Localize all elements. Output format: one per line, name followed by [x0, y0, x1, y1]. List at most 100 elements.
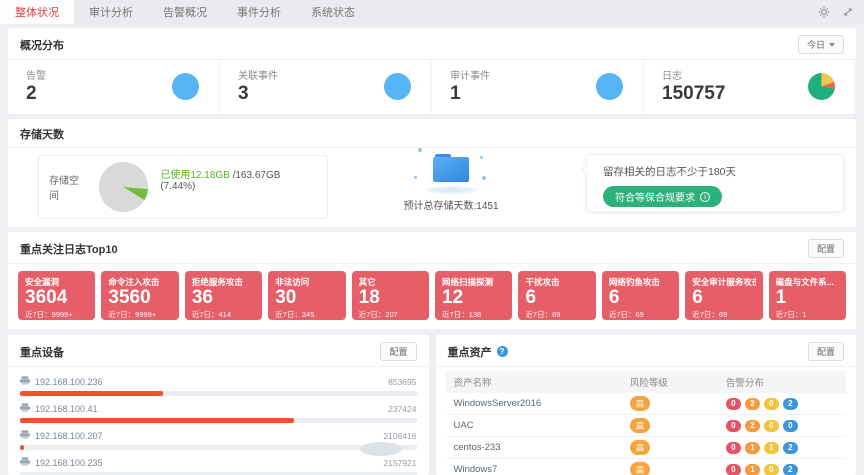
storage-section: 存储天数 存储空间 已使用12.18GB /163.67GB (7.44%) 预…: [8, 119, 856, 227]
log-card-value: 1: [776, 288, 839, 309]
devices-config-button[interactable]: 配置: [380, 342, 416, 361]
assets-title-text: 重点资产: [448, 344, 492, 360]
device-icon: [20, 457, 30, 468]
stat-value: 1: [450, 83, 490, 105]
overview-title: 概况分布: [20, 37, 64, 53]
log-card-recent-label: 近7日：: [692, 310, 719, 319]
alarm-badge-critical: 0: [726, 442, 741, 454]
log-card[interactable]: 其它 18 近7日：207: [352, 271, 429, 320]
alarm-distribution: 0112: [718, 437, 846, 459]
fullscreen-icon[interactable]: [842, 6, 854, 18]
alarm-badge-medium: 0: [764, 398, 779, 410]
compliance-button[interactable]: 符合等保合规要求 i: [603, 186, 722, 207]
stat-value: 2: [26, 83, 46, 105]
alarm-badge-medium: 1: [764, 442, 779, 454]
nav-tab[interactable]: 审计分析: [74, 0, 148, 24]
compliance-notice: 留存相关的日志不少于180天: [603, 164, 827, 179]
log-card-value: 6: [609, 288, 672, 309]
stat-card[interactable]: 告警 2: [8, 60, 220, 114]
asset-row[interactable]: Windows7 高 0102: [446, 459, 847, 475]
log-card-value: 30: [275, 288, 338, 309]
folder-icon: [431, 154, 471, 184]
top-logs-cards: 安全漏洞 3604 近7日：9999+ 命令注入攻击 3560 近7日：9999…: [8, 264, 856, 320]
top-tab-bar: 整体状况 审计分析 告警概况 事件分析 系统状态: [0, 0, 864, 24]
log-card-recent-value: 69: [719, 310, 727, 319]
alarm-badge-critical: 0: [726, 398, 741, 410]
assets-col-alarms: 告警分布: [718, 371, 846, 393]
device-icon: [20, 430, 30, 441]
log-card-recent-label: 近7日：: [776, 310, 803, 319]
nav-tab[interactable]: 整体状况: [0, 0, 74, 24]
assets-table: 资产名称 风险等级 告警分布 WindowsServer2016 高 0202: [446, 371, 847, 475]
log-card-recent: 近7日：414: [192, 309, 255, 320]
compliance-button-label: 符合等保合规要求: [615, 189, 695, 204]
log-card-value: 18: [359, 288, 422, 309]
device-row[interactable]: 192.168.100.236 853695: [20, 376, 417, 396]
storage-used-value: 12.18GB: [190, 170, 229, 181]
storage-title: 存储天数: [20, 126, 64, 142]
device-count: 853695: [388, 377, 416, 387]
log-card-recent: 近7日：9999+: [108, 309, 171, 320]
stat-label: 日志: [662, 67, 725, 82]
period-dropdown[interactable]: 今日: [798, 35, 844, 54]
device-ip: 192.168.100.236: [35, 377, 103, 387]
stat-card[interactable]: 日志 150757: [644, 60, 856, 114]
asset-name: UAC: [446, 415, 622, 437]
risk-badge: 高: [630, 418, 651, 433]
log-card[interactable]: 安全漏洞 3604 近7日：9999+: [18, 271, 95, 320]
device-row[interactable]: 192.168.100.207 2106416: [20, 430, 417, 450]
stat-circle-icon: [172, 73, 199, 100]
assets-config-button[interactable]: 配置: [808, 342, 844, 361]
asset-row[interactable]: WindowsServer2016 高 0202: [446, 393, 847, 415]
nav-tab[interactable]: 事件分析: [222, 0, 296, 24]
log-card-recent-label: 近7日：: [609, 310, 636, 319]
help-icon[interactable]: ?: [497, 346, 508, 357]
log-card-value: 12: [442, 288, 505, 309]
device-bar-fill: [20, 418, 294, 423]
log-card-recent: 近7日：138: [442, 309, 505, 320]
log-card[interactable]: 命令注入攻击 3560 近7日：9999+: [101, 271, 178, 320]
log-card[interactable]: 拒绝服务攻击 36 近7日：414: [185, 271, 262, 320]
nav-tab-label: 审计分析: [89, 4, 133, 20]
device-ip: 192.168.100.207: [35, 431, 103, 441]
log-card-recent: 近7日：207: [359, 309, 422, 320]
log-card-recent-value: 1: [802, 310, 806, 319]
log-card[interactable]: 安全审计服务攻击 6 近7日：69: [685, 271, 762, 320]
alarm-badge-critical: 0: [726, 420, 741, 432]
stat-label: 告警: [26, 67, 46, 82]
gear-icon[interactable]: [818, 6, 830, 18]
nav-tab[interactable]: 告警概况: [148, 0, 222, 24]
scroll-indicator[interactable]: [360, 442, 402, 456]
asset-row[interactable]: UAC 高 0200: [446, 415, 847, 437]
alarm-distribution: 0202: [718, 393, 846, 415]
stat-label: 关联事件: [238, 67, 278, 82]
log-card-recent: 近7日：69: [609, 309, 672, 320]
log-card-recent-label: 近7日：: [442, 310, 469, 319]
stat-card[interactable]: 关联事件 3: [220, 60, 432, 114]
log-card-recent-value: 9999+: [52, 310, 73, 319]
log-card-recent-label: 近7日：: [108, 310, 135, 319]
alarm-badge-low: 2: [783, 398, 798, 410]
log-card[interactable]: 非法访问 30 近7日：345: [268, 271, 345, 320]
device-row[interactable]: 192.168.100.41 237424: [20, 403, 417, 423]
log-card[interactable]: 磁盘与文件系... 1 近7日：1: [769, 271, 846, 320]
log-card[interactable]: 网络钓鱼攻击 6 近7日：69: [602, 271, 679, 320]
device-row[interactable]: 192.168.100.235 2157921: [20, 457, 417, 475]
nav-tab[interactable]: 系统状态: [296, 0, 370, 24]
log-card-recent-label: 近7日：: [25, 310, 52, 319]
device-bar-track: [20, 391, 417, 396]
device-bar-track: [20, 445, 417, 450]
asset-name: WindowsServer2016: [446, 393, 622, 415]
asset-row[interactable]: centos-233 高 0112: [446, 437, 847, 459]
storage-days-caption: 预计总存储天数:1451: [396, 197, 506, 212]
tabbar-actions: [818, 0, 854, 24]
stat-card[interactable]: 审计事件 1: [432, 60, 644, 114]
alarm-badge-low: 0: [783, 420, 798, 432]
log-card[interactable]: 网络扫描探测 12 近7日：138: [435, 271, 512, 320]
risk-badge: 高: [630, 462, 651, 475]
devices-title: 重点设备: [20, 344, 64, 360]
log-card-recent-value: 138: [469, 310, 482, 319]
log-card[interactable]: 干扰攻击 6 近7日：69: [518, 271, 595, 320]
nav-tab-label: 整体状况: [15, 4, 59, 20]
top-logs-config-button[interactable]: 配置: [808, 239, 844, 258]
